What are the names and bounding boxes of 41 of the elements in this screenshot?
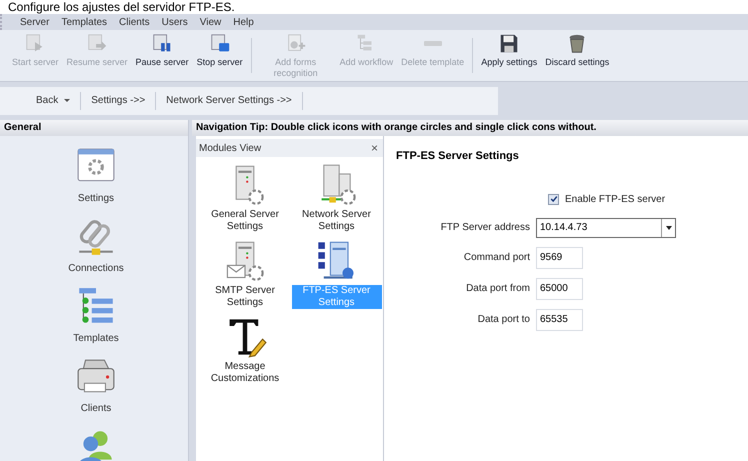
- sidebar-item[interactable]: Templates: [51, 286, 141, 354]
- sidebar-item[interactable]: Connections: [51, 216, 141, 284]
- breadcrumb-link[interactable]: Network Server Settings ->>: [156, 92, 303, 110]
- field-label: Data port from: [465, 282, 531, 296]
- caret-icon: [64, 99, 70, 102]
- menu-item[interactable]: Users: [162, 14, 188, 30]
- check-icon: [550, 195, 558, 203]
- menu-item[interactable]: Clients: [119, 14, 150, 30]
- navigation-tip: Navigation Tip: Double click icons with orange circles and single click cons without.: [192, 120, 748, 136]
- module-item[interactable]: Message Customizations: [200, 361, 290, 385]
- field-label: Command port: [462, 251, 531, 265]
- menu-item[interactable]: Server: [20, 14, 50, 30]
- field-label: Data port to: [476, 313, 531, 327]
- minus-bar-icon: [424, 41, 442, 46]
- menu-item[interactable]: View: [200, 14, 222, 30]
- breadcrumb-link[interactable]: Settings ->>: [81, 92, 156, 110]
- back-dropdown[interactable]: Back: [26, 92, 82, 110]
- input-field[interactable]: 9569: [536, 246, 583, 268]
- page-heading: Configure los ajustes del servidor FTP-ES.: [8, 1, 235, 13]
- close-button[interactable]: ×: [368, 142, 380, 154]
- panel-title: Modules View: [199, 142, 262, 156]
- menu-item[interactable]: Help: [233, 14, 254, 30]
- input-field[interactable]: 65535: [536, 308, 583, 330]
- field-label: FTP Server address: [440, 221, 531, 235]
- enable-checkbox[interactable]: [548, 194, 559, 204]
- toolbar-button[interactable]: Pause server: [132, 30, 193, 81]
- toolbar-button[interactable]: Apply settings: [477, 30, 542, 81]
- address-dropdown[interactable]: 10.14.4.73: [536, 218, 676, 238]
- module-item[interactable]: SMTP Server Settings: [200, 285, 290, 309]
- input-field[interactable]: 65000: [536, 278, 583, 300]
- sidebar-item[interactable]: Clients: [51, 356, 141, 424]
- menu-item[interactable]: Templates: [61, 14, 108, 30]
- sidebar-item[interactable]: Settings: [51, 146, 141, 214]
- panel-header: General: [0, 120, 188, 136]
- module-item[interactable]: General Server Settings: [200, 209, 290, 233]
- toolbar-button[interactable]: Discard settings: [541, 30, 614, 81]
- toolbar-button[interactable]: Stop server: [192, 30, 247, 81]
- caret-icon: [666, 226, 672, 230]
- settings-title: FTP-ES Server Settings: [396, 149, 520, 164]
- module-item[interactable]: Network Server Settings: [292, 209, 382, 233]
- checkbox-label: Enable FTP-ES server: [565, 192, 666, 206]
